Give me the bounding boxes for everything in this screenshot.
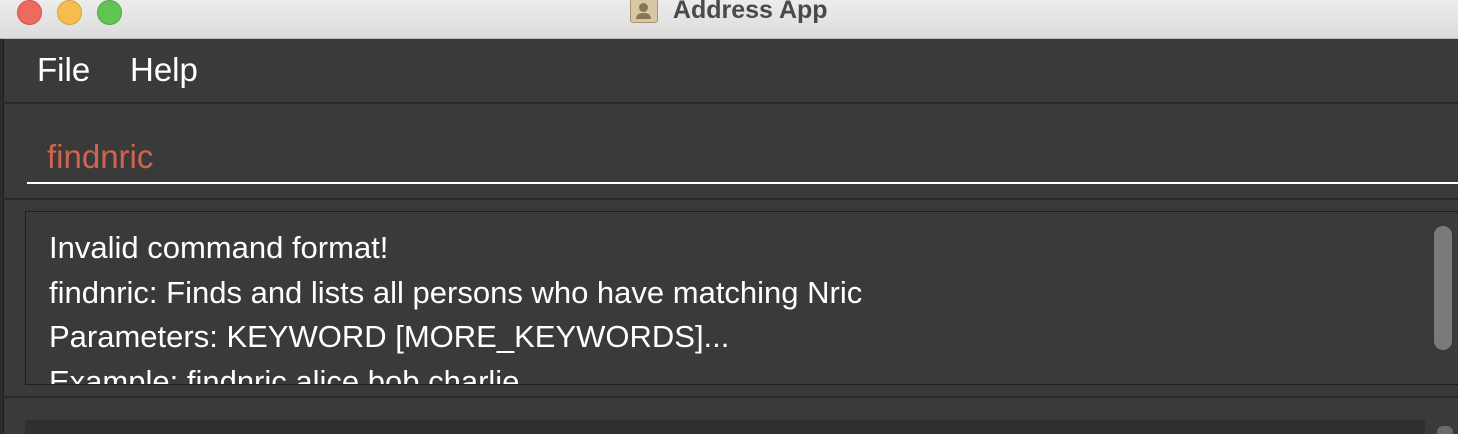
title-bar: Address App [0,0,1458,39]
person-list-panel [3,398,1458,434]
address-book-icon [630,0,659,23]
result-scrollbar[interactable] [1434,226,1452,350]
window-title-group: Address App [0,0,1458,26]
person-list[interactable] [25,420,1425,434]
app-window: Address App File Help Invalid command fo… [0,0,1458,434]
person-list-scrollbar[interactable] [1437,426,1453,434]
result-line: Parameters: KEYWORD [MORE_KEYWORDS]... [49,319,730,354]
window-title: Address App [672,0,828,24]
result-display-panel: Invalid command format! findnric: Finds a… [3,200,1458,397]
menu-bar: File Help [3,39,1458,103]
menu-file[interactable]: File [37,51,90,89]
result-line: Invalid command format! [49,230,389,265]
command-box-panel [3,104,1458,199]
menu-help[interactable]: Help [130,51,198,89]
result-display[interactable]: Invalid command format! findnric: Finds a… [25,211,1458,385]
command-input[interactable] [27,112,1458,184]
result-line: Example: findnric alice bob charlie [49,363,520,385]
result-text: Invalid command format! findnric: Finds a… [49,226,863,385]
result-line: findnric: Finds and lists all persons wh… [49,274,863,310]
